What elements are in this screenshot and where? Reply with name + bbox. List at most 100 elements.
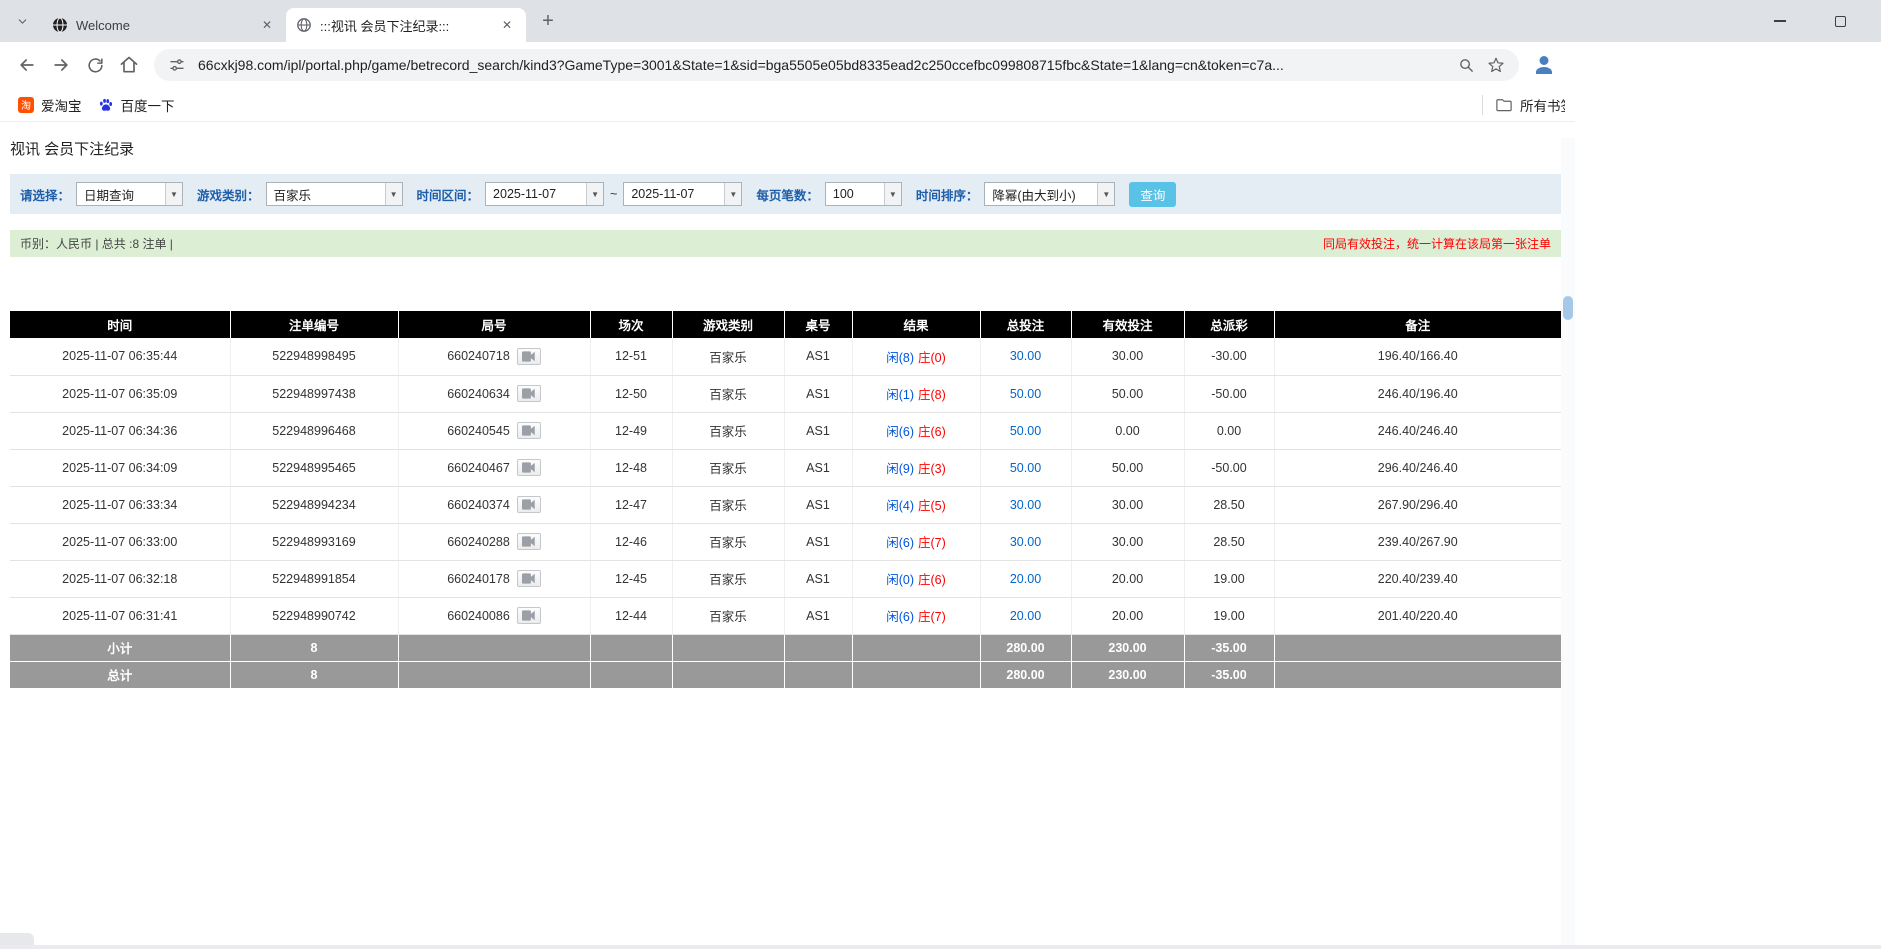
cell-total-bet: 30.00 bbox=[980, 486, 1071, 523]
video-replay-button[interactable] bbox=[517, 570, 541, 587]
reload-icon bbox=[86, 56, 105, 75]
total-bet-link[interactable]: 20.00 bbox=[1010, 609, 1041, 623]
cell-time: 2025-11-07 06:35:09 bbox=[10, 375, 230, 412]
cell-valid-bet: 20.00 bbox=[1071, 597, 1184, 634]
video-replay-button[interactable] bbox=[517, 422, 541, 439]
cell-valid-bet: 30.00 bbox=[1071, 486, 1184, 523]
video-replay-button[interactable] bbox=[517, 459, 541, 476]
page-scrollbar[interactable] bbox=[1561, 138, 1575, 949]
total-bet-link[interactable]: 50.00 bbox=[1010, 424, 1041, 438]
scrollbar-thumb[interactable] bbox=[1563, 296, 1573, 320]
cell-payout: -50.00 bbox=[1184, 449, 1274, 486]
cell-note: 246.40/246.40 bbox=[1274, 412, 1561, 449]
bookmark-baidu[interactable]: 百度一下 bbox=[90, 92, 183, 118]
game-type-value: 百家乐 bbox=[267, 185, 385, 204]
cell-table: AS1 bbox=[784, 375, 852, 412]
tab-close-icon[interactable]: ✕ bbox=[258, 16, 276, 34]
round-id: 660240545 bbox=[447, 424, 510, 438]
cell-result: 闲(6)庄(7) bbox=[852, 523, 980, 560]
tab-strip: Welcome ✕ :::视讯 会员下注纪录::: ✕ + bbox=[0, 0, 1881, 42]
profile-avatar[interactable] bbox=[1529, 50, 1559, 80]
query-type-select[interactable]: 日期查询 ▼ bbox=[76, 182, 183, 206]
cell-bet-id: 522948994234 bbox=[230, 486, 398, 523]
home-button[interactable] bbox=[112, 48, 146, 82]
total-bet-link[interactable]: 30.00 bbox=[1010, 498, 1041, 512]
total-count: 8 bbox=[230, 661, 398, 688]
video-replay-button[interactable] bbox=[517, 533, 541, 550]
page-viewport: 视讯 会员下注纪录 请选择： 日期查询 ▼ 游戏类别： 百家乐 ▼ 时间区间： … bbox=[0, 138, 1575, 949]
tab-close-icon[interactable]: ✕ bbox=[498, 16, 516, 34]
cell-table: AS1 bbox=[784, 597, 852, 634]
total-bet-link[interactable]: 50.00 bbox=[1010, 461, 1041, 475]
total-bet-link[interactable]: 30.00 bbox=[1010, 349, 1041, 363]
table-footer: 小计 8 280.00 230.00 -35.00 总计 8 280.00 23… bbox=[10, 634, 1561, 688]
video-camera-icon bbox=[522, 573, 536, 584]
cell-time: 2025-11-07 06:31:41 bbox=[10, 597, 230, 634]
cell-bet-id: 522948997438 bbox=[230, 375, 398, 412]
page-size-select[interactable]: 100 ▼ bbox=[825, 182, 902, 206]
url-text[interactable]: 66cxkj98.com/ipl/portal.php/game/betreco… bbox=[198, 57, 1445, 73]
cell-game-type: 百家乐 bbox=[672, 449, 784, 486]
cell-table: AS1 bbox=[784, 338, 852, 375]
cell-payout: 28.50 bbox=[1184, 523, 1274, 560]
dropdown-arrow-icon: ▼ bbox=[1097, 183, 1114, 205]
forward-icon bbox=[51, 55, 71, 75]
video-replay-button[interactable] bbox=[517, 385, 541, 402]
maximize-button[interactable] bbox=[1827, 8, 1853, 34]
bet-record-row: 2025-11-07 06:31:41522948990742660240086… bbox=[10, 597, 1561, 634]
bookmark-taobao[interactable]: 淘 爱淘宝 bbox=[10, 92, 90, 118]
video-camera-icon bbox=[522, 388, 536, 399]
reload-button[interactable] bbox=[78, 48, 112, 82]
cell-result: 闲(6)庄(7) bbox=[852, 597, 980, 634]
home-icon bbox=[119, 55, 139, 75]
cell-valid-bet: 20.00 bbox=[1071, 560, 1184, 597]
date-from-select[interactable]: 2025-11-07 ▼ bbox=[485, 182, 604, 206]
cell-round: 660240718 bbox=[398, 338, 590, 375]
cell-total-bet: 30.00 bbox=[980, 523, 1071, 560]
bookmark-star-icon[interactable] bbox=[1485, 54, 1507, 76]
person-icon bbox=[1532, 53, 1556, 77]
cell-bet-id: 522948998495 bbox=[230, 338, 398, 375]
cell-result: 闲(0)庄(6) bbox=[852, 560, 980, 597]
cell-session: 12-44 bbox=[590, 597, 672, 634]
back-icon bbox=[17, 55, 37, 75]
total-bet-link[interactable]: 50.00 bbox=[1010, 387, 1041, 401]
video-replay-button[interactable] bbox=[517, 607, 541, 624]
bet-record-row: 2025-11-07 06:35:44522948998495660240718… bbox=[10, 338, 1561, 375]
result-player: 闲(9) bbox=[886, 462, 914, 476]
new-tab-button[interactable]: + bbox=[534, 7, 562, 35]
forward-button[interactable] bbox=[44, 48, 78, 82]
cell-bet-id: 522948991854 bbox=[230, 560, 398, 597]
cell-round: 660240178 bbox=[398, 560, 590, 597]
video-replay-button[interactable] bbox=[517, 496, 541, 513]
search-button[interactable]: 查询 bbox=[1129, 182, 1176, 207]
date-range-separator: ~ bbox=[610, 187, 617, 201]
game-type-select[interactable]: 百家乐 ▼ bbox=[266, 182, 403, 206]
cell-game-type: 百家乐 bbox=[672, 375, 784, 412]
tab-welcome[interactable]: Welcome ✕ bbox=[42, 8, 286, 42]
cell-session: 12-47 bbox=[590, 486, 672, 523]
header-bet-id: 注单编号 bbox=[230, 311, 398, 338]
date-to-select[interactable]: 2025-11-07 ▼ bbox=[623, 182, 742, 206]
cell-time: 2025-11-07 06:34:09 bbox=[10, 449, 230, 486]
cell-table: AS1 bbox=[784, 523, 852, 560]
all-bookmarks-folder[interactable]: 所有书签 bbox=[1495, 95, 1565, 115]
cell-bet-id: 522948996468 bbox=[230, 412, 398, 449]
site-settings-icon[interactable] bbox=[166, 54, 188, 76]
tab-search-button[interactable] bbox=[8, 7, 36, 35]
cell-result: 闲(4)庄(5) bbox=[852, 486, 980, 523]
minimize-button[interactable] bbox=[1767, 8, 1793, 34]
back-button[interactable] bbox=[10, 48, 44, 82]
cell-total-bet: 50.00 bbox=[980, 375, 1071, 412]
bookmarks-bar: 淘 爱淘宝 百度一下 所有书签 bbox=[0, 88, 1575, 122]
zoom-icon[interactable] bbox=[1455, 54, 1477, 76]
video-replay-button[interactable] bbox=[517, 348, 541, 365]
total-bet-link[interactable]: 30.00 bbox=[1010, 535, 1041, 549]
cell-bet-id: 522948993169 bbox=[230, 523, 398, 560]
address-bar[interactable]: 66cxkj98.com/ipl/portal.php/game/betreco… bbox=[154, 49, 1519, 81]
tab-bet-records[interactable]: :::视讯 会员下注纪录::: ✕ bbox=[286, 8, 526, 42]
sort-select[interactable]: 降幂(由大到小) ▼ bbox=[984, 182, 1115, 206]
dropdown-arrow-icon: ▼ bbox=[586, 183, 603, 205]
summary-bar: 币别：人民币 | 总共 :8 注单 | 同局有效投注，统一计算在该局第一张注单 bbox=[10, 230, 1561, 257]
total-bet-link[interactable]: 20.00 bbox=[1010, 572, 1041, 586]
